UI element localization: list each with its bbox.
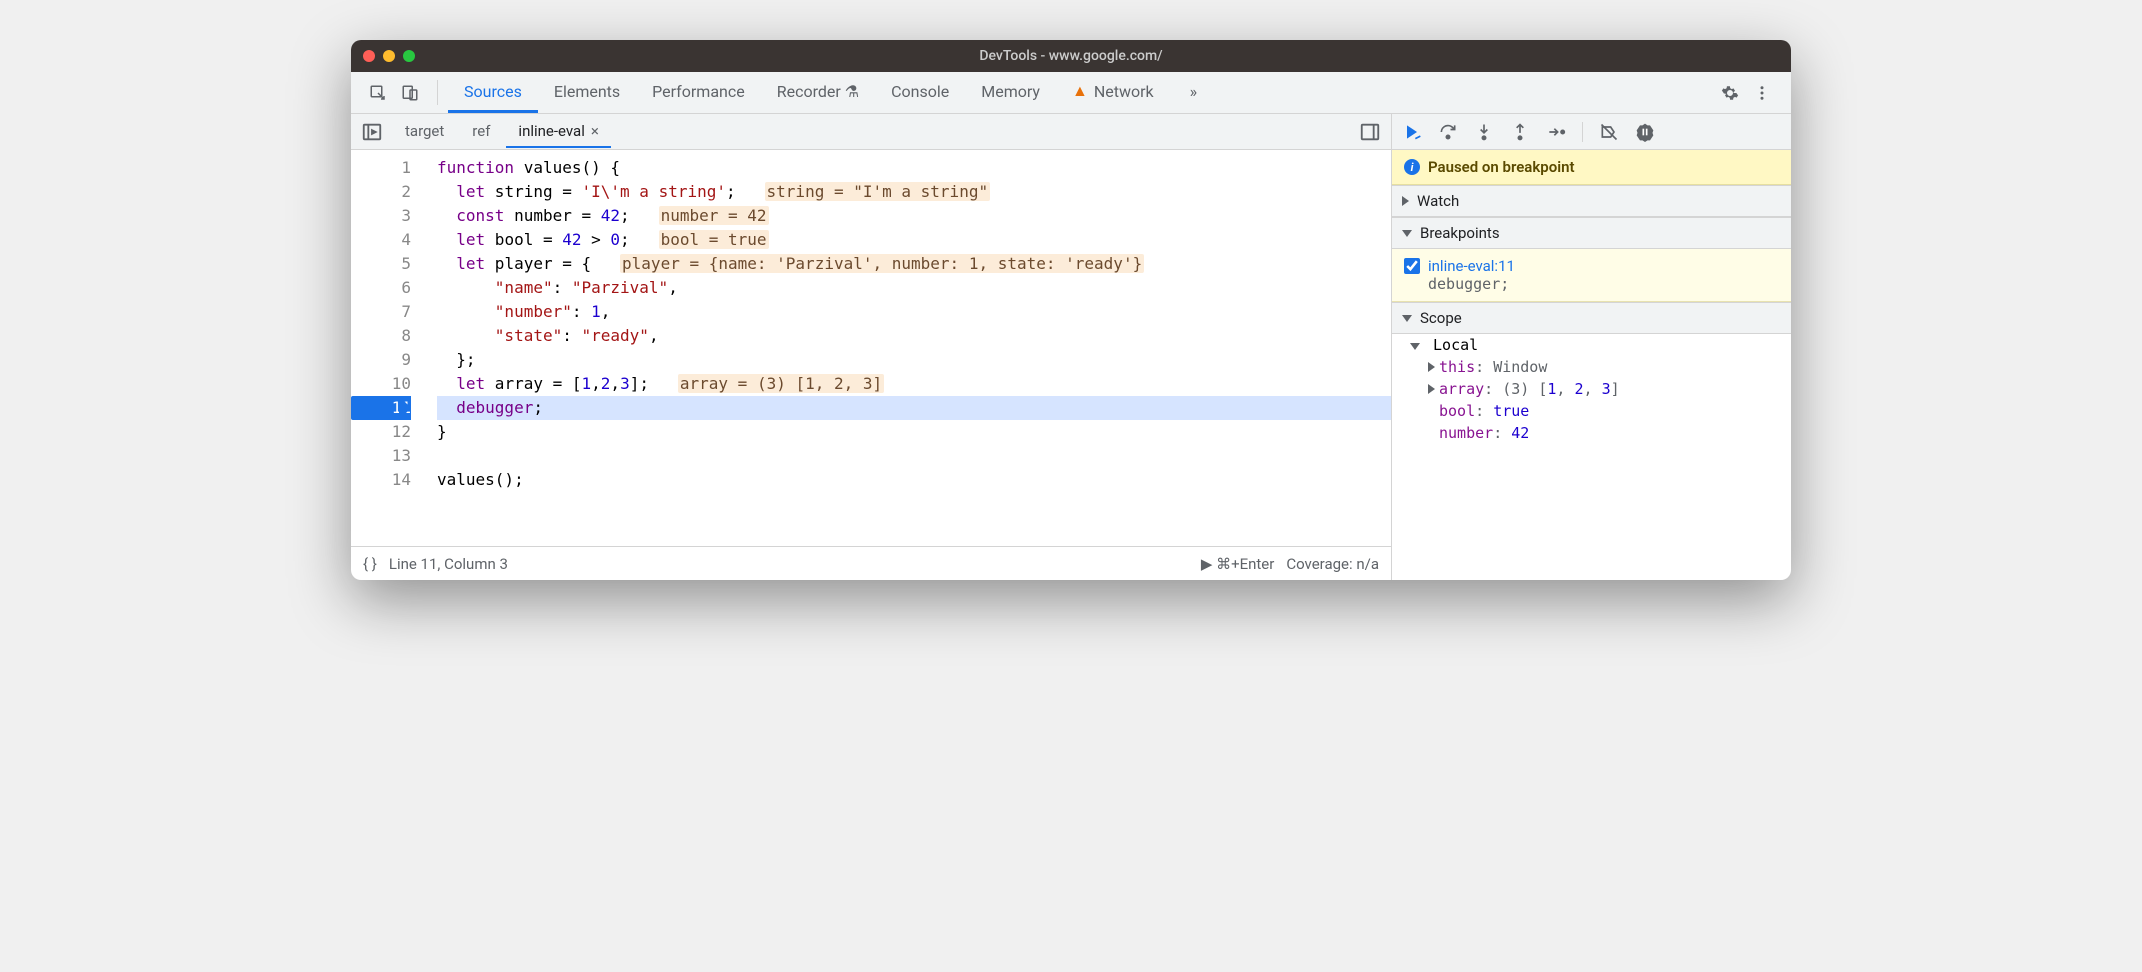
breakpoint-checkbox[interactable] — [1404, 258, 1420, 274]
scope-local-header[interactable]: Local — [1392, 334, 1791, 356]
divider — [1582, 122, 1583, 142]
main-tab-bar: SourcesElementsPerformanceRecorder ⚗Cons… — [351, 72, 1791, 114]
code-line[interactable]: "name": "Parzival", — [437, 276, 1391, 300]
navigator-toggle-icon[interactable] — [361, 121, 383, 143]
kebab-menu-icon[interactable] — [1753, 84, 1771, 102]
gutter-line[interactable]: 13 — [351, 444, 411, 468]
paused-banner: i Paused on breakpoint — [1392, 150, 1791, 185]
code-line[interactable]: let player = { player = {name: 'Parzival… — [437, 252, 1391, 276]
code-line[interactable]: "number": 1, — [437, 300, 1391, 324]
inspect-icon[interactable] — [369, 84, 387, 102]
gutter-line[interactable]: 2 — [351, 180, 411, 204]
gutter-line[interactable]: 14 — [351, 468, 411, 492]
tab-console[interactable]: Console — [875, 72, 965, 113]
cursor-position: Line 11, Column 3 — [389, 555, 508, 573]
debugger-toolbar — [1391, 114, 1791, 149]
code-line[interactable]: } — [437, 420, 1391, 444]
tab-elements[interactable]: Elements — [538, 72, 636, 113]
tab-performance[interactable]: Performance — [636, 72, 761, 113]
code-line[interactable]: const number = 42; number = 42 — [437, 204, 1391, 228]
code-line[interactable]: let bool = 42 > 0; bool = true — [437, 228, 1391, 252]
breakpoint-location[interactable]: inline-eval:11 — [1428, 257, 1515, 275]
code-line[interactable]: function values() { — [437, 156, 1391, 180]
warning-icon: ▲ — [1072, 81, 1088, 101]
editor-statusbar: { } Line 11, Column 3 ▶ ⌘+Enter Coverage… — [351, 546, 1391, 580]
window-title: DevTools - www.google.com/ — [351, 48, 1791, 64]
chevron-right-icon — [1428, 384, 1435, 394]
chevron-down-icon — [1410, 343, 1420, 350]
gutter-line[interactable]: 12 — [351, 420, 411, 444]
code-line[interactable]: "state": "ready", — [437, 324, 1391, 348]
scope-variable[interactable]: this: Window — [1392, 356, 1791, 378]
pause-on-exceptions-button[interactable] — [1635, 122, 1655, 142]
file-tab-ref[interactable]: ref — [460, 116, 502, 148]
breakpoint-code: debugger; — [1428, 275, 1779, 293]
scope-variable[interactable]: bool: true — [1392, 400, 1791, 422]
tab-sources[interactable]: Sources — [448, 72, 538, 113]
more-tabs-button[interactable]: » — [1174, 72, 1214, 113]
gutter-line[interactable]: 11 — [351, 396, 411, 420]
chevron-right-icon — [1402, 196, 1409, 206]
step-over-button[interactable] — [1438, 122, 1458, 142]
breakpoint-item[interactable]: inline-eval:11 debugger; — [1392, 249, 1791, 302]
gutter-line[interactable]: 7 — [351, 300, 411, 324]
window-titlebar: DevTools - www.google.com/ — [351, 40, 1791, 72]
breakpoints-section-header[interactable]: Breakpoints — [1392, 217, 1791, 249]
chevron-down-icon — [1402, 315, 1412, 322]
code-line[interactable] — [437, 444, 1391, 468]
divider — [437, 80, 438, 105]
chevron-down-icon — [1402, 230, 1412, 237]
gutter-line[interactable]: 1 — [351, 156, 411, 180]
inline-value-hint: array = (3) [1, 2, 3] — [678, 374, 884, 393]
sources-subbar: targetrefinline-eval× — [351, 114, 1791, 150]
gutter-line[interactable]: 6 — [351, 276, 411, 300]
code-line[interactable]: let string = 'I\'m a string'; string = "… — [437, 180, 1391, 204]
tab-memory[interactable]: Memory — [965, 72, 1056, 113]
line-gutter[interactable]: 1234567891011121314 — [351, 150, 421, 546]
gutter-line[interactable]: 4 — [351, 228, 411, 252]
deactivate-breakpoints-button[interactable] — [1599, 122, 1619, 142]
scope-variable[interactable]: array: (3) [1, 2, 3] — [1392, 378, 1791, 400]
gutter-line[interactable]: 8 — [351, 324, 411, 348]
scope-section-header[interactable]: Scope — [1392, 302, 1791, 334]
code-line[interactable]: }; — [437, 348, 1391, 372]
gutter-line[interactable]: 9 — [351, 348, 411, 372]
device-toggle-icon[interactable] — [401, 84, 419, 102]
code-line[interactable]: debugger; — [437, 396, 1391, 420]
inline-value-hint: player = {name: 'Parzival', number: 1, s… — [620, 254, 1144, 273]
tab-network[interactable]: ▲Network — [1056, 72, 1170, 113]
debugger-side-panel: i Paused on breakpoint Watch Breakpoints… — [1391, 150, 1791, 580]
paused-message: Paused on breakpoint — [1428, 158, 1575, 176]
inline-value-hint: string = "I'm a string" — [765, 182, 991, 201]
resume-button[interactable] — [1402, 122, 1422, 142]
close-tab-icon[interactable]: × — [591, 122, 599, 140]
coverage-status: Coverage: n/a — [1286, 555, 1379, 573]
step-button[interactable] — [1546, 122, 1566, 142]
code-line[interactable]: values(); — [437, 468, 1391, 492]
devtools-window: DevTools - www.google.com/ SourcesElemen… — [351, 40, 1791, 580]
code-line[interactable]: let array = [1,2,3]; array = (3) [1, 2, … — [437, 372, 1391, 396]
file-tab-inline-eval[interactable]: inline-eval× — [506, 116, 610, 148]
tab-recorder[interactable]: Recorder ⚗ — [761, 72, 875, 113]
chevron-right-icon — [1428, 362, 1435, 372]
run-snippet-button[interactable]: ▶ ⌘+Enter — [1201, 555, 1275, 573]
info-icon: i — [1404, 159, 1420, 175]
gutter-line[interactable]: 10 — [351, 372, 411, 396]
pretty-print-icon[interactable]: { } — [363, 555, 377, 573]
gutter-line[interactable]: 5 — [351, 252, 411, 276]
flask-icon: ⚗ — [845, 82, 859, 101]
scope-variable[interactable]: number: 42 — [1392, 422, 1791, 444]
file-tab-target[interactable]: target — [393, 116, 456, 148]
gutter-line[interactable]: 3 — [351, 204, 411, 228]
watch-section-header[interactable]: Watch — [1392, 185, 1791, 217]
inline-value-hint: bool = true — [659, 230, 769, 249]
inline-value-hint: number = 42 — [659, 206, 769, 225]
settings-gear-icon[interactable] — [1721, 84, 1739, 102]
code-content[interactable]: function values() { let string = 'I\'m a… — [421, 150, 1391, 546]
more-options-icon[interactable] — [1359, 121, 1381, 143]
code-editor[interactable]: 1234567891011121314 function values() { … — [351, 150, 1391, 580]
step-out-button[interactable] — [1510, 122, 1530, 142]
step-into-button[interactable] — [1474, 122, 1494, 142]
